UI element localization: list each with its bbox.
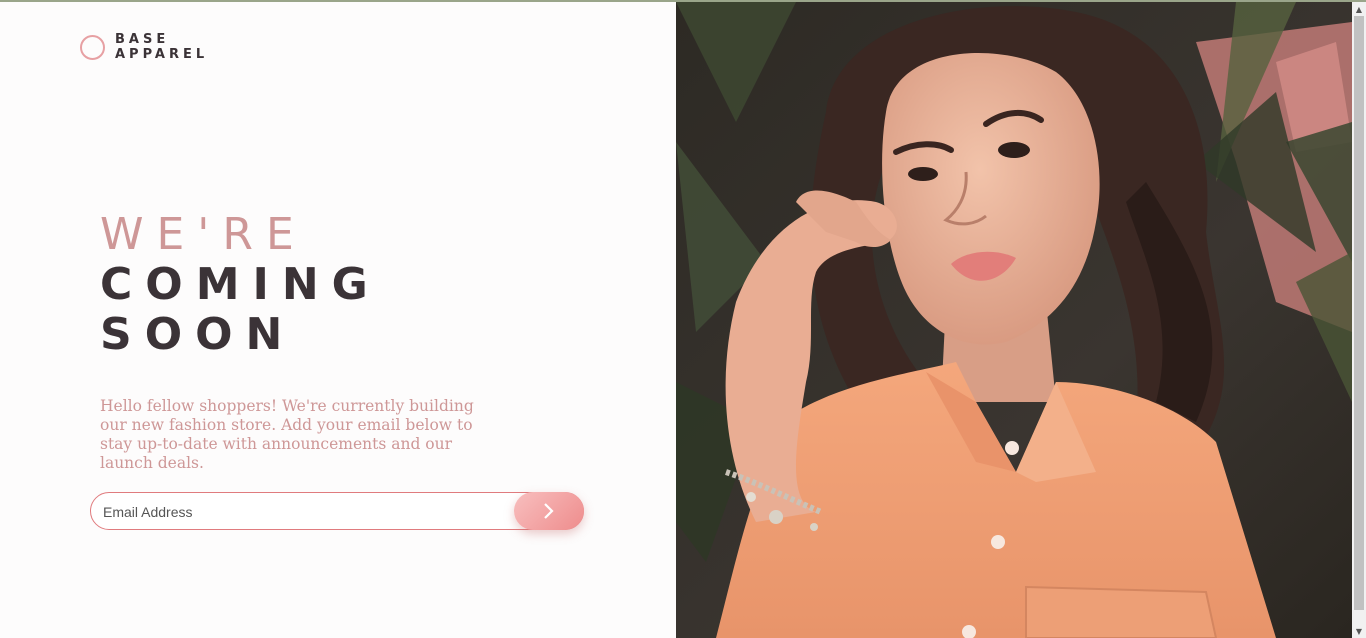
left-panel: BASE APPAREL WE'RE COMING SOON Hello fel… xyxy=(0,2,676,638)
logo-text: BASE APPAREL xyxy=(115,32,208,62)
logo-line-2: APPAREL xyxy=(115,47,209,62)
vertical-scrollbar[interactable]: ▲ ▼ xyxy=(1352,2,1366,638)
intro-text: Hello fellow shoppers! We're currently b… xyxy=(100,397,474,472)
title-line-2: COMING xyxy=(100,259,381,310)
scroll-down-arrow-icon[interactable]: ▼ xyxy=(1352,624,1366,638)
hero-image xyxy=(676,2,1352,638)
title-line-3: SOON xyxy=(100,309,296,360)
hero-photo xyxy=(676,2,1352,638)
submit-button[interactable] xyxy=(514,492,584,530)
page-title: WE'RE COMING SOON xyxy=(100,210,381,360)
logo-circle-icon xyxy=(80,34,105,60)
chevron-right-icon xyxy=(544,503,554,519)
email-form xyxy=(90,492,584,531)
logo-line-1: BASE xyxy=(115,32,170,47)
email-input[interactable] xyxy=(101,493,505,531)
scroll-up-arrow-icon[interactable]: ▲ xyxy=(1352,2,1366,16)
scroll-thumb[interactable] xyxy=(1354,16,1364,610)
title-line-1: WE'RE xyxy=(100,209,307,260)
logo[interactable]: BASE APPAREL xyxy=(80,32,208,62)
